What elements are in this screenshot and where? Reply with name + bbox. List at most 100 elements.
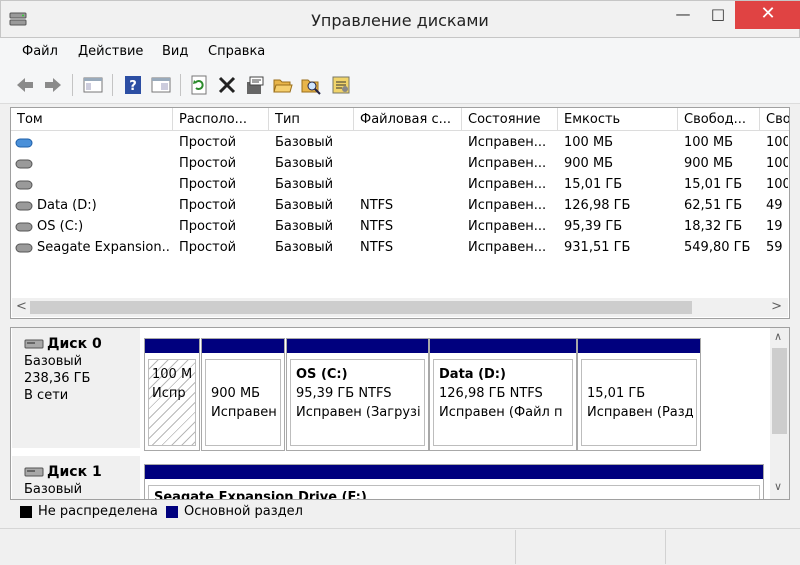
- scroll-left-icon[interactable]: <: [16, 299, 27, 314]
- properties-icon[interactable]: [244, 74, 266, 96]
- status-bar: [0, 528, 800, 565]
- volume-percent-free: 100: [766, 177, 788, 192]
- partition-size: 15,01 ГБ: [587, 386, 646, 401]
- table-row[interactable]: OS (C:) Простой Базовый NTFS Исправен... 95,3…: [11, 216, 789, 237]
- table-row[interactable]: Простой Базовый Исправен... 900 МБ 900 МБ 100: [11, 153, 789, 174]
- volume-type: Базовый: [275, 198, 334, 213]
- scroll-right-icon[interactable]: >: [771, 299, 782, 314]
- primary-partition-bar: [287, 339, 428, 353]
- column-header-percent-free[interactable]: Сво: [760, 108, 789, 131]
- disk-0-size: 238,36 ГБ: [24, 371, 91, 386]
- menu-bar: Файл Действие Вид Справка: [0, 38, 800, 66]
- volume-percent-free: 19: [766, 219, 783, 234]
- partition-100mb[interactable]: 100 М Испр: [144, 338, 200, 451]
- volume-status: Исправен...: [468, 177, 547, 192]
- scroll-up-icon[interactable]: ∧: [774, 330, 782, 343]
- table-row[interactable]: Простой Базовый Исправен... 100 МБ 100 МБ 100: [11, 132, 789, 153]
- horizontal-scrollbar[interactable]: < >: [12, 298, 788, 317]
- partition-15gb[interactable]: 15,01 ГБ Исправен (Разд: [577, 338, 701, 451]
- primary-partition-bar: [430, 339, 576, 353]
- table-row[interactable]: Data (D:) Простой Базовый NTFS Исправен... 12…: [11, 195, 789, 216]
- disk-1-type: Базовый: [24, 482, 83, 497]
- volume-capacity: 95,39 ГБ: [564, 219, 623, 234]
- legend-unallocated: Не распределена: [38, 504, 158, 519]
- forward-icon[interactable]: [42, 74, 64, 96]
- partition-os-c-body: OS (C:) 95,39 ГБ NTFS Исправен (Загрузі: [290, 359, 425, 446]
- volume-layout: Простой: [179, 156, 237, 171]
- disk-0-label[interactable]: Диск 0 Базовый 238,36 ГБ В сети: [12, 328, 140, 448]
- volume-layout: Простой: [179, 240, 237, 255]
- primary-partition-bar: [145, 465, 763, 479]
- volume-type: Базовый: [275, 135, 334, 150]
- table-row[interactable]: Простой Базовый Исправен... 15,01 ГБ 15,01 Г…: [11, 174, 789, 195]
- partition-size: 100 М: [152, 367, 193, 382]
- volume-percent-free: 100: [766, 156, 788, 171]
- delete-icon[interactable]: [216, 74, 238, 96]
- column-header-status[interactable]: Состояние: [462, 108, 558, 131]
- toolbar-separator: [180, 74, 181, 96]
- volume-capacity: 15,01 ГБ: [564, 177, 623, 192]
- volume-filesystem: NTFS: [360, 240, 394, 255]
- partition-900mb-body: 900 МБ Исправен: [205, 359, 281, 446]
- unallocated-swatch: [20, 506, 32, 518]
- scroll-down-icon[interactable]: ∨: [774, 480, 782, 493]
- open-icon[interactable]: [272, 74, 294, 96]
- volume-name: OS (C:): [37, 219, 84, 234]
- status-separator: [665, 530, 666, 564]
- minimize-button[interactable]: —: [666, 1, 700, 29]
- primary-partition-bar: [202, 339, 284, 353]
- close-button[interactable]: ✕: [735, 1, 800, 29]
- volume-layout: Простой: [179, 177, 237, 192]
- disk-1-name-row: Диск 1: [24, 464, 140, 480]
- vertical-scroll-thumb[interactable]: [772, 348, 787, 434]
- partition-title: OS (C:): [296, 367, 348, 382]
- partition-status: Исправен: [211, 405, 277, 420]
- horizontal-scroll-thumb[interactable]: [30, 301, 692, 314]
- volume-free-space: 549,80 ГБ: [684, 240, 751, 255]
- table-row[interactable]: Seagate Expansion... Простой Базовый NTFS Ис…: [11, 237, 789, 258]
- volume-status: Исправен...: [468, 240, 547, 255]
- toolbar: ?: [0, 66, 800, 104]
- partition-data-d-body: Data (D:) 126,98 ГБ NTFS Исправен (Файл …: [433, 359, 573, 446]
- column-header-free-space[interactable]: Свобод...: [678, 108, 760, 131]
- volume-status: Исправен...: [468, 156, 547, 171]
- disk-graphical-view: Диск 0 Базовый 238,36 ГБ В сети 100 М Ис…: [10, 327, 790, 500]
- volume-filesystem: NTFS: [360, 198, 394, 213]
- help-icon[interactable]: ?: [122, 74, 144, 96]
- column-header-filesystem[interactable]: Файловая с...: [354, 108, 462, 131]
- settings-icon[interactable]: [330, 74, 352, 96]
- partition-status: Исправен (Разд: [587, 405, 694, 420]
- volume-free-space: 18,32 ГБ: [684, 219, 743, 234]
- explore-icon[interactable]: [300, 74, 322, 96]
- column-header-capacity[interactable]: Емкость: [558, 108, 678, 131]
- volume-type: Базовый: [275, 177, 334, 192]
- menu-file[interactable]: Файл: [22, 44, 58, 59]
- refresh-icon[interactable]: [188, 74, 210, 96]
- disk-drive-icon: [24, 339, 44, 349]
- column-header-type[interactable]: Тип: [269, 108, 354, 131]
- back-icon[interactable]: [14, 74, 36, 96]
- properties-pane-icon[interactable]: [82, 74, 104, 96]
- disk-1-name: Диск 1: [47, 464, 102, 480]
- volume-free-space: 100 МБ: [684, 135, 734, 150]
- volume-layout: Простой: [179, 135, 237, 150]
- volume-status: Исправен...: [468, 135, 547, 150]
- partition-os-c[interactable]: OS (C:) 95,39 ГБ NTFS Исправен (Загрузі: [286, 338, 429, 451]
- disk-0-name: Диск 0: [47, 336, 102, 352]
- volume-percent-free: 59: [766, 240, 783, 255]
- details-pane-icon[interactable]: [150, 74, 172, 96]
- vertical-scrollbar[interactable]: ∧ ∨: [770, 328, 789, 499]
- partition-seagate-f[interactable]: Seagate Expansion Drive (F:): [144, 464, 764, 499]
- menu-action[interactable]: Действие: [78, 44, 143, 59]
- column-header-layout[interactable]: Располо...: [173, 108, 269, 131]
- partition-data-d[interactable]: Data (D:) 126,98 ГБ NTFS Исправен (Файл …: [429, 338, 577, 451]
- menu-help[interactable]: Справка: [208, 44, 265, 59]
- maximize-button[interactable]: □: [701, 1, 735, 29]
- volume-icon: [15, 138, 33, 148]
- column-header-volume[interactable]: Том: [11, 108, 173, 131]
- disk-1-label[interactable]: Диск 1 Базовый: [12, 456, 140, 499]
- partition-900mb[interactable]: 900 МБ Исправен: [201, 338, 285, 451]
- menu-view[interactable]: Вид: [162, 44, 188, 59]
- legend: Не распределена Основной раздел: [10, 500, 790, 524]
- volume-percent-free: 100: [766, 135, 788, 150]
